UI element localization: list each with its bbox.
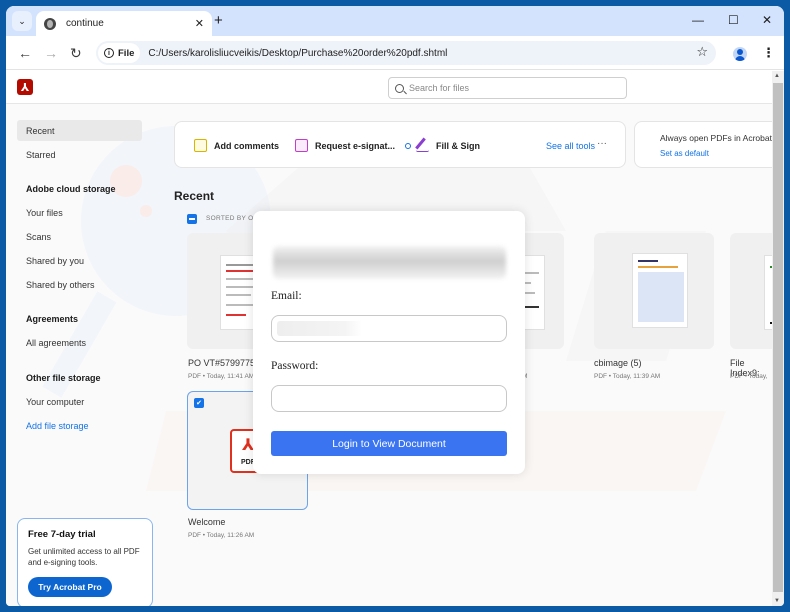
close-window-button[interactable]: ✕ <box>762 13 772 27</box>
email-label: Email: <box>271 290 302 302</box>
acrobat-logo: ⅄ <box>17 79 33 95</box>
checkbox-checked[interactable]: ✔ <box>194 398 204 408</box>
back-button[interactable]: ← <box>18 45 32 61</box>
forward-button[interactable]: → <box>44 45 58 61</box>
tool-label: Fill & Sign <box>436 140 480 151</box>
email-field[interactable] <box>271 315 507 342</box>
search-icon <box>395 83 404 93</box>
new-tab-button[interactable]: + <box>214 12 223 29</box>
minimize-button[interactable]: — <box>692 13 704 27</box>
esign-request-icon <box>295 139 308 152</box>
file-thumbnail <box>632 253 688 328</box>
comment-icon <box>194 139 207 152</box>
file-meta: PDF • Today, 11:41 AM <box>188 373 255 380</box>
sidebar-item-recent[interactable]: Recent <box>17 120 142 141</box>
more-icon[interactable]: ··· <box>597 138 607 149</box>
search-files-input[interactable]: Search for files <box>388 77 627 99</box>
password-field[interactable] <box>271 385 507 412</box>
tool-request-esignature[interactable]: Request e-signat... <box>295 139 412 152</box>
sidebar-item-shared-by-others[interactable]: Shared by others <box>17 274 142 295</box>
sidebar-item-shared-by-you[interactable]: Shared by you <box>17 250 142 271</box>
search-placeholder: Search for files <box>409 83 470 93</box>
default-app-promo: Always open PDFs in Acrobat R Set as def… <box>634 121 772 168</box>
file-meta: PDF • Today, 11:39 AM <box>594 373 661 380</box>
file-name[interactable]: Welcome <box>188 517 225 527</box>
trial-title: Free 7-day trial <box>28 529 96 540</box>
section-other-storage: Other file storage <box>26 373 101 383</box>
tab-title: continue <box>66 18 104 29</box>
file-card-cbimage[interactable] <box>594 233 714 349</box>
blurred-logo <box>273 246 506 279</box>
sidebar-item-your-computer[interactable]: Your computer <box>17 391 142 412</box>
sidebar-item-add-file-storage[interactable]: Add file storage <box>17 415 142 436</box>
chip-label: File <box>118 47 135 59</box>
browser-toolbar: ← → ↻ i File C:/Users/karolisliucveikis/… <box>6 36 784 70</box>
password-label: Password: <box>271 360 319 372</box>
quick-tools-bar: Add comments Request e-signat... Fill & … <box>174 121 626 168</box>
file-name[interactable]: PO VT#5799775 <box>188 358 255 368</box>
address-bar[interactable]: i File C:/Users/karolisliucveikis/Deskto… <box>96 41 716 65</box>
info-icon: i <box>104 48 114 58</box>
scroll-down-arrow[interactable]: ▼ <box>774 598 780 604</box>
reload-button[interactable]: ↻ <box>70 45 82 62</box>
select-all-checkbox[interactable] <box>187 214 197 224</box>
file-thumbnail <box>764 255 772 330</box>
site-info-chip[interactable]: i File <box>98 43 141 63</box>
scroll-up-arrow[interactable]: ▲ <box>774 73 780 79</box>
sidebar-item-your-files[interactable]: Your files <box>17 202 142 223</box>
page-scrollbar[interactable]: ▲ ▼ <box>772 71 784 606</box>
tool-label: Request e-signat... <box>315 140 396 151</box>
file-meta: PDF • Today, 11:26 AM <box>188 532 255 539</box>
section-adobe-cloud: Adobe cloud storage <box>26 184 116 194</box>
email-prefilled-blur <box>277 321 362 336</box>
tool-add-comments[interactable]: Add comments <box>194 139 279 152</box>
tab-search-button[interactable]: ⌄ <box>12 11 32 31</box>
promo-text: Always open PDFs in Acrobat R <box>660 133 772 143</box>
close-tab-icon[interactable]: ✕ <box>195 17 204 30</box>
globe-icon <box>44 17 56 30</box>
sidebar-item-scans[interactable]: Scans <box>17 226 142 247</box>
tool-fill-sign[interactable]: Fill & Sign <box>415 137 480 152</box>
recent-heading: Recent <box>174 189 215 203</box>
profile-avatar[interactable] <box>733 47 747 61</box>
trial-card: Free 7-day trial Get unlimited access to… <box>17 518 153 606</box>
scrollbar-thumb[interactable] <box>773 83 783 592</box>
bookmark-star-icon[interactable]: ☆ <box>696 44 708 60</box>
sidebar-item-starred[interactable]: Starred <box>17 144 142 165</box>
file-name[interactable]: cbimage (5) <box>594 358 642 368</box>
set-as-default-link[interactable]: Set as default <box>660 149 772 158</box>
file-meta: PDF • Today, <box>730 373 768 380</box>
login-button[interactable]: Login to View Document <box>271 431 507 456</box>
tab-continue[interactable]: continue ✕ <box>36 11 212 36</box>
section-agreements: Agreements <box>26 314 79 324</box>
see-all-tools-link[interactable]: See all tools <box>546 141 595 151</box>
trial-description: Get unlimited access to all PDF and e-si… <box>28 547 140 567</box>
tool-label: Add comments <box>214 140 280 151</box>
app-header: ⅄ Search for files <box>6 71 772 104</box>
new-badge-icon <box>405 142 412 149</box>
url-text[interactable]: C:/Users/karolisliucveikis/Desktop/Purch… <box>148 48 447 59</box>
maximize-button[interactable]: ☐ <box>728 13 739 27</box>
sidebar-item-all-agreements[interactable]: All agreements <box>17 332 142 353</box>
file-card-index[interactable] <box>730 233 772 349</box>
pen-icon <box>415 137 429 152</box>
browser-menu-icon[interactable]: ⋮ <box>762 45 775 61</box>
try-acrobat-pro-button[interactable]: Try Acrobat Pro <box>28 577 112 597</box>
phishing-login-modal: Email: Password: Login to View Document <box>253 211 525 474</box>
tab-strip: ⌄ continue ✕ + — ☐ ✕ <box>6 6 784 36</box>
chevron-down-icon: ⌄ <box>18 15 26 26</box>
